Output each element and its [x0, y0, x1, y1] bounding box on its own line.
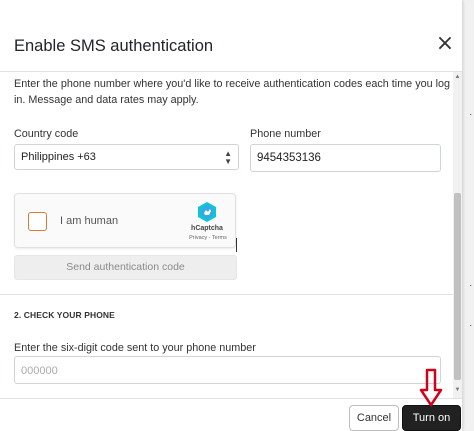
code-label: Enter the six-digit code sent to your ph… — [14, 342, 256, 354]
section-divider — [0, 294, 453, 295]
captcha-label: I am human — [60, 215, 119, 227]
code-placeholder: 000000 — [21, 365, 58, 377]
modal-header: Enable SMS authentication × — [0, 0, 462, 72]
country-code-select[interactable]: Philippines +63 ▲ ▼ — [14, 144, 239, 170]
modal-body: Enter the phone number where you'd like … — [0, 72, 462, 398]
phone-number-label: Phone number — [250, 128, 321, 140]
country-code-label: Country code — [14, 128, 79, 140]
intro-text: Enter the phone number where you'd like … — [14, 78, 451, 106]
background-fragment: . — [469, 107, 472, 117]
captcha-privacy-terms[interactable]: Privacy - Terms — [185, 235, 231, 241]
phone-number-input[interactable]: 9454353136 — [250, 144, 441, 172]
turn-on-button[interactable]: Turn on — [402, 405, 461, 431]
hcaptcha-widget: I am human hCaptcha Privacy - Terms — [14, 193, 236, 248]
scroll-up-icon[interactable]: ▲ — [454, 73, 461, 81]
verification-code-input[interactable]: 000000 — [14, 356, 441, 384]
modal-footer: Cancel Turn on — [0, 398, 462, 431]
close-icon[interactable]: × — [434, 33, 456, 56]
background-fragment: . — [469, 318, 472, 328]
sms-auth-modal: Enable SMS authentication × Enter the ph… — [0, 0, 462, 431]
country-code-value: Philippines +63 — [21, 151, 96, 163]
background-fragment: . — [469, 278, 472, 288]
check-phone-heading: 2. CHECK YOUR PHONE — [14, 310, 115, 320]
hcaptcha-logo-icon — [198, 202, 216, 222]
cancel-button[interactable]: Cancel — [349, 405, 399, 431]
down-arrow-icon — [419, 368, 443, 407]
modal-title: Enable SMS authentication — [14, 37, 214, 55]
cursor-caret — [236, 238, 237, 252]
scroll-down-icon[interactable]: ▼ — [454, 386, 461, 394]
captcha-checkbox[interactable] — [28, 212, 47, 231]
send-code-button[interactable]: Send authentication code — [14, 255, 237, 280]
scrollbar-thumb[interactable] — [454, 193, 461, 380]
phone-number-value: 9454353136 — [257, 152, 321, 164]
captcha-brand: hCaptcha — [191, 225, 223, 232]
select-arrows-icon: ▲ ▼ — [224, 149, 232, 166]
